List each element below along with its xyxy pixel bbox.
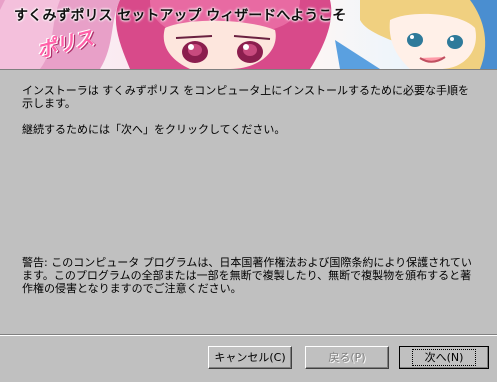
next-button[interactable]: 次へ(N) [399, 346, 489, 369]
cancel-button[interactable]: キャンセル(C) [208, 346, 292, 369]
divider [0, 334, 497, 336]
header-banner: ポリス すくみずポリス セットアップ ウィザードへようこそ [0, 0, 497, 70]
continue-instruction: 継続するためには「次へ」をクリックしてください。 [22, 123, 286, 136]
page-title: すくみずポリス セットアップ ウィザードへようこそ [14, 8, 347, 24]
copyright-warning: 警告: このコンピュータ プログラムは、日本国著作権法および国際条約により保護さ… [22, 256, 472, 295]
back-button[interactable]: 戻る(P) [305, 346, 389, 369]
next-button-label: 次へ(N) [411, 348, 477, 366]
intro-text: インストーラは すくみずポリス をコンピュータ上にインストールするために必要な手… [22, 84, 469, 110]
